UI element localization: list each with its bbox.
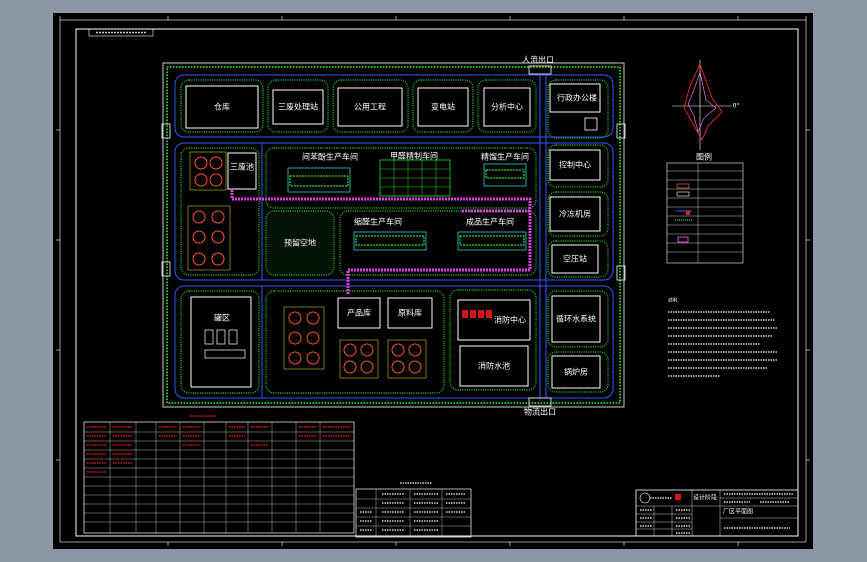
label-waste-pool: 三废池 <box>230 162 254 172</box>
label-cooling: 冷冻机房 <box>559 209 591 219</box>
title-block-label: 设计阶段 <box>693 494 717 502</box>
notes-title: 说明： <box>668 297 682 304</box>
label-air-compressor: 空压站 <box>563 254 587 264</box>
label-warehouse: 仓库 <box>214 102 230 112</box>
label-fire-pump: 消防中心 <box>494 315 526 325</box>
label-tank-farm: 罐区 <box>214 313 230 323</box>
label-unit-1: 间苯酚生产车间 <box>302 152 358 162</box>
label-unit-4: 缩醛生产车间 <box>354 217 402 227</box>
label-fire-pool: 消防水池 <box>478 361 510 371</box>
cad-viewport: 仓库 三废处理站 公用工程 变电站 分析中心 行政办公楼 控制中心 冷冻机房 空… <box>0 0 867 562</box>
cad-drawing: 仓库 三废处理站 公用工程 变电站 分析中心 行政办公楼 控制中心 冷冻机房 空… <box>0 0 867 562</box>
label-product-warehouse: 产品库 <box>347 308 371 318</box>
building-tank-farm <box>190 296 252 388</box>
label-future-area: 预留空地 <box>284 238 316 248</box>
label-substation: 变电站 <box>431 102 455 112</box>
title-block-drawing-name: 厂区平面图 <box>723 509 753 516</box>
label-entrance-1: 人流出口 <box>522 55 554 65</box>
label-unit-5: 成品生产车间 <box>466 217 514 227</box>
label-office: 行政办公楼 <box>557 93 597 103</box>
label-circulating-water: 循环水系统 <box>556 314 596 324</box>
legend-title: 图例 <box>696 152 712 162</box>
label-entrance-2: 物流出口 <box>524 407 556 417</box>
label-utilities: 公用工程 <box>354 103 386 112</box>
label-unit-2: 甲醛精制车间 <box>390 151 438 161</box>
label-control-center: 控制中心 <box>559 160 591 170</box>
label-boiler: 锅炉房 <box>564 367 588 377</box>
label-lab: 分析中心 <box>491 102 523 112</box>
wind-rose-label: 0° <box>733 103 740 110</box>
label-raw-material: 原料库 <box>398 308 422 318</box>
label-waste-treatment: 三废处理站 <box>278 102 318 112</box>
label-unit-3: 精馏生产车间 <box>481 152 529 162</box>
